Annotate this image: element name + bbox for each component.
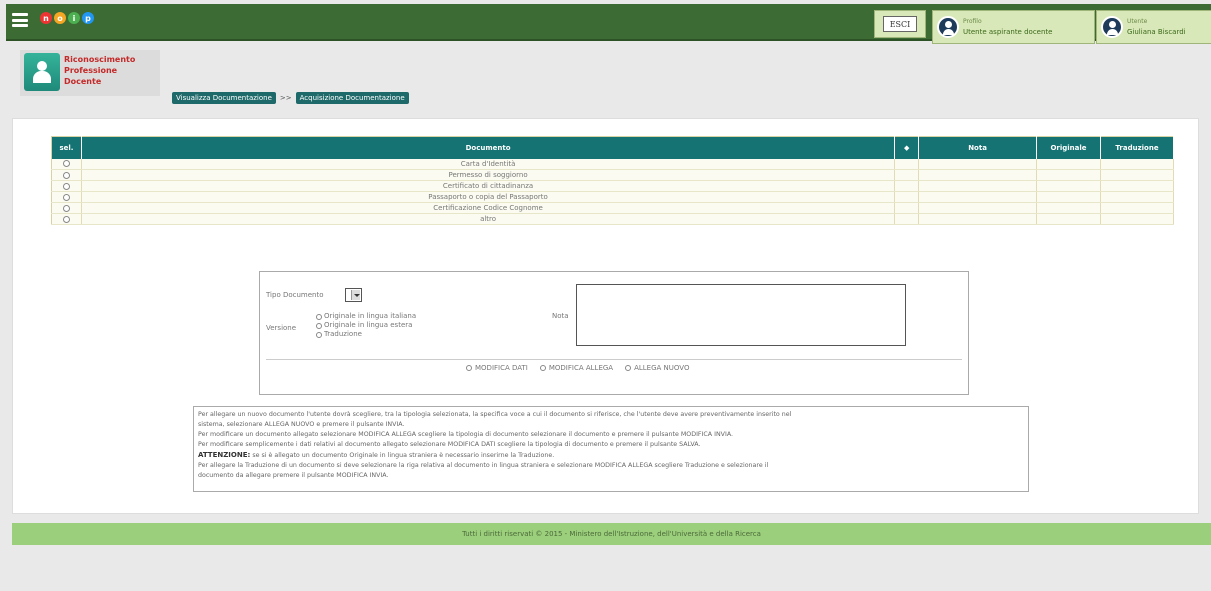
action-label: ALLEGA NUOVO	[634, 364, 690, 372]
profile-icon	[937, 16, 959, 38]
app-name: Riconoscimento Professione Docente	[64, 55, 136, 86]
tipo-documento-label: Tipo Documento	[266, 291, 324, 299]
attention-text: se si è allegato un documento Originale …	[252, 452, 555, 459]
row-radio[interactable]	[62, 204, 70, 212]
col-originale: Originale	[1036, 136, 1101, 159]
document-form: Tipo Documento Versione Originale in lin…	[259, 271, 969, 395]
instructions-box: Per allegare un nuovo documento l'utente…	[193, 406, 1029, 492]
col-flag: ◆	[894, 136, 920, 159]
action-options: MODIFICA DATI MODIFICA ALLEGA ALLEGA NUO…	[466, 364, 689, 372]
row-radio[interactable]	[62, 193, 70, 201]
user-name: Giuliana Biscardi	[1127, 28, 1186, 36]
modifica-allega-option[interactable]: MODIFICA ALLEGA	[539, 364, 614, 372]
breadcrumb: Visualizza Documentazione >> Acquisizion…	[172, 92, 409, 104]
versione-radio-originale-estera[interactable]	[316, 322, 322, 329]
crumb-acquisizione[interactable]: Acquisizione Documentazione	[295, 92, 409, 104]
top-bar: n o i p ESCI Profilo Utente aspirante do…	[6, 4, 1211, 44]
action-label: MODIFICA ALLEGA	[548, 364, 614, 372]
breadcrumb-separator: >>	[279, 94, 292, 102]
table-row: Certificazione Codice Cognome	[51, 202, 1175, 214]
instruction-line: Per allegare la Traduzione di un documen…	[198, 462, 769, 469]
chevron-down-icon	[351, 290, 360, 300]
doc-cell: Carta d'Identità	[81, 158, 896, 170]
row-radio[interactable]	[62, 171, 70, 179]
profile-label: Profilo	[963, 18, 982, 25]
instruction-line: Per modificare un documento allegato sel…	[198, 431, 734, 438]
versione-options: Originale in lingua italiana Originale i…	[316, 312, 416, 339]
row-radio[interactable]	[62, 215, 70, 223]
modifica-dati-radio[interactable]	[466, 365, 472, 371]
logo-letter: n	[40, 12, 52, 24]
logo-letter: p	[82, 12, 94, 24]
table-row: Passaporto o copia del Passaporto	[51, 191, 1175, 203]
row-radio[interactable]	[62, 182, 70, 190]
versione-option-label: Originale in lingua estera	[324, 321, 413, 329]
versione-radio-originale-italiana[interactable]	[316, 313, 322, 320]
doc-cell: altro	[81, 213, 896, 225]
logo-letter: o	[54, 12, 66, 24]
crumb-visualizza[interactable]: Visualizza Documentazione	[172, 92, 276, 104]
doc-cell: Certificazione Codice Cognome	[81, 202, 896, 214]
allega-nuovo-option[interactable]: ALLEGA NUOVO	[625, 364, 689, 372]
versione-option-label: Traduzione	[324, 330, 362, 338]
user-box: Utente Giuliana Biscardi	[1096, 10, 1211, 44]
tipo-documento-select[interactable]	[345, 288, 362, 302]
divider	[266, 359, 962, 360]
table-row: altro	[51, 213, 1175, 225]
table-row: Permesso di soggiorno	[51, 169, 1175, 181]
user-icon	[1101, 16, 1123, 38]
allega-nuovo-radio[interactable]	[625, 365, 632, 371]
logout-button[interactable]: ESCI	[883, 16, 917, 32]
row-radio[interactable]	[62, 160, 70, 168]
nota-label: Nota	[552, 312, 569, 320]
versione-label: Versione	[266, 324, 297, 332]
versione-option-label: Originale in lingua italiana	[324, 312, 417, 320]
table-row: Carta d'Identità	[51, 158, 1175, 170]
instruction-line: sistema, selezionare ALLEGA NUOVO e prem…	[198, 421, 405, 428]
modifica-dati-option[interactable]: MODIFICA DATI	[466, 364, 528, 372]
profile-value: Utente aspirante docente	[963, 28, 1053, 36]
attention-line: ATTENZIONE: se si è allegato un document…	[198, 450, 1024, 461]
user-label: Utente	[1127, 18, 1148, 25]
col-documento: Documento	[81, 136, 896, 159]
noi-logo: n o i p	[40, 12, 94, 24]
instruction-line: Per modificare semplicemente i dati rela…	[198, 441, 701, 448]
col-traduzione: Traduzione	[1100, 136, 1175, 159]
doc-cell: Passaporto o copia del Passaporto	[81, 191, 896, 203]
footer-text: Tutti i diritti riservati © 2015 - Minis…	[462, 530, 761, 538]
instruction-line: documento da allegare premere il pulsant…	[198, 472, 389, 479]
app-logo[interactable]: Riconoscimento Professione Docente	[20, 50, 160, 96]
table-row: Certificato di cittadinanza	[51, 180, 1175, 192]
doc-cell: Certificato di cittadinanza	[81, 180, 896, 192]
logout-box: ESCI	[874, 10, 926, 38]
col-sel: sel.	[51, 136, 82, 159]
main-panel: sel. Documento ◆ Nota Originale Traduzio…	[12, 118, 1199, 514]
action-label: MODIFICA DATI	[475, 364, 528, 372]
col-nota: Nota	[918, 136, 1038, 159]
teacher-icon	[24, 53, 60, 91]
footer: Tutti i diritti riservati © 2015 - Minis…	[12, 523, 1211, 545]
logo-letter: i	[68, 12, 80, 24]
modifica-allega-radio[interactable]	[539, 365, 546, 371]
profile-box: Profilo Utente aspirante docente	[932, 10, 1095, 44]
attention-label: ATTENZIONE:	[198, 451, 251, 459]
documents-table: sel. Documento ◆ Nota Originale Traduzio…	[51, 136, 1175, 225]
instruction-line: Per allegare un nuovo documento l'utente…	[198, 411, 792, 418]
doc-cell: Permesso di soggiorno	[81, 169, 896, 181]
menu-icon[interactable]	[12, 13, 28, 27]
versione-radio-traduzione[interactable]	[316, 331, 322, 338]
nota-textarea[interactable]	[576, 284, 906, 346]
